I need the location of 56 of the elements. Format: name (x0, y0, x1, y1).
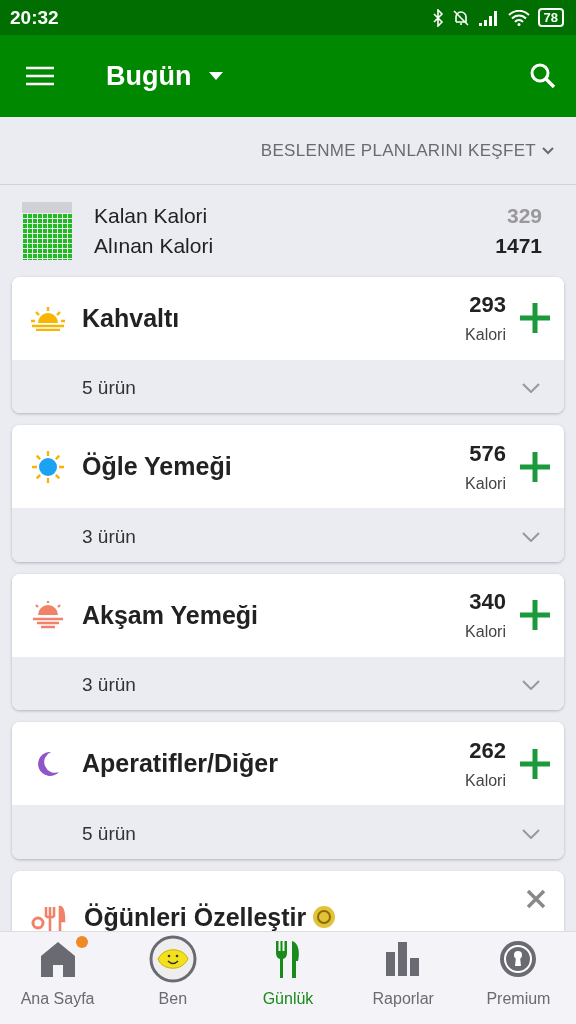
calorie-label: Kalan Kalori (94, 204, 208, 229)
meal-items-bar[interactable]: 3 ürün (12, 656, 564, 711)
nav-tab[interactable]: Ana Sayfa (0, 932, 116, 1024)
calorie-value: 329 (506, 204, 542, 229)
meal-calories: 340 (469, 589, 506, 616)
meal-title: Aperatifler/Diğer (82, 749, 279, 779)
calorie-unit: Kalori (465, 772, 506, 790)
meal-calories: 293 (469, 292, 506, 319)
chevron-down-icon[interactable] (522, 680, 540, 691)
nav-tab[interactable]: Günlük (230, 932, 346, 1024)
add-icon[interactable] (520, 749, 550, 779)
moon-icon (35, 750, 61, 778)
close-icon[interactable] (526, 889, 546, 909)
nav-tab[interactable]: Ben (115, 932, 231, 1024)
cutlery-gear-icon (30, 903, 66, 931)
calorie-unit: Kalori (465, 474, 506, 493)
calorie-unit: Kalori (465, 623, 506, 642)
chevron-down-icon[interactable] (522, 531, 540, 542)
chevron-down-icon[interactable] (542, 146, 554, 155)
promo-title: Öğünleri Özelleştir (84, 903, 307, 931)
caret-down-icon[interactable] (209, 72, 224, 80)
bar-chart-icon (386, 942, 421, 976)
meal-items-bar[interactable]: 3 ürün (12, 508, 564, 562)
muted-bell-icon (451, 8, 470, 27)
calorie-value: 1471 (495, 234, 542, 259)
sun-icon (31, 449, 65, 484)
meal-title: Öğle Yemeği (82, 452, 233, 482)
add-icon[interactable] (520, 451, 550, 482)
menu-icon[interactable] (26, 66, 54, 86)
calorie-unit: Kalori (465, 326, 506, 345)
date-dropdown[interactable]: Bugün (106, 60, 224, 92)
sunrise-icon (30, 305, 66, 332)
keyhole-badge-icon (499, 940, 538, 978)
nav-tab[interactable]: Raporlar (345, 932, 461, 1024)
chevron-down-icon[interactable] (522, 829, 540, 839)
meal-items-bar[interactable]: 5 ürün (12, 359, 564, 414)
signal-icon (477, 9, 500, 26)
bluetooth-icon (431, 8, 444, 27)
meal-calories: 262 (469, 738, 506, 764)
meal-title: Kahvaltı (82, 303, 181, 333)
battery-icon: 78 (537, 8, 564, 27)
add-icon[interactable] (520, 600, 550, 631)
chevron-down-icon[interactable] (522, 383, 540, 394)
sunset-icon (30, 601, 66, 630)
cutlery-icon (274, 940, 302, 978)
explore-plans-link[interactable]: BESLENME PLANLARINI KEŞFET (260, 140, 554, 161)
meal-items-bar[interactable]: 5 ürün (12, 805, 564, 859)
meal-title: Akşam Yemeği (82, 600, 260, 630)
status-time: 20:32 (10, 6, 60, 29)
add-icon[interactable] (520, 303, 550, 334)
search-icon[interactable] (530, 63, 556, 89)
wifi-icon (507, 9, 530, 26)
meal-calories: 576 (469, 440, 506, 467)
avatar-icon (148, 935, 197, 983)
calorie-label: Alınan Kalori (94, 234, 214, 259)
nav-tab[interactable]: Premium (460, 932, 576, 1024)
